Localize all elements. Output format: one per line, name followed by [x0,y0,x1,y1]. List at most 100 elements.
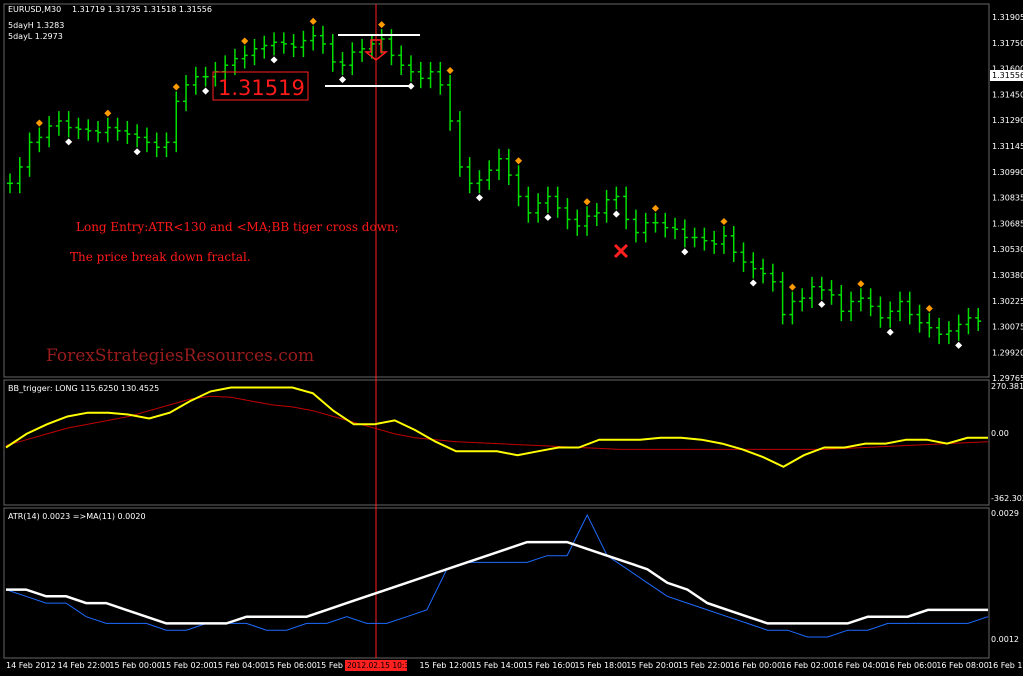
candle [945,321,952,345]
fractal-down-marker [612,210,620,218]
candle [838,285,845,322]
candle [300,30,307,58]
candle [270,32,278,64]
candle [407,55,415,90]
time-axis-label: 15 Feb 12:00 [419,661,471,670]
candle [456,111,463,177]
candle [965,308,972,335]
candle [701,227,708,251]
fractal-up-marker [172,83,180,91]
time-axis-label: 14 Feb 22:00 [58,661,110,670]
fractal-down-marker [202,87,210,95]
watermark: ForexStrategiesResources.com [46,346,314,366]
candle [886,301,894,336]
candle [867,288,874,317]
fractal-up-marker [925,304,933,312]
candle [779,271,786,325]
candle [583,198,591,236]
price-axis: 1.319051.317501.316001.314501.312901.311… [992,13,1023,383]
candle [730,225,737,263]
candle [65,111,73,146]
candle [681,219,689,256]
time-axis-label: 15 Feb 04:00 [213,661,265,670]
bb-axis-bottom: -362.302 [991,494,1023,503]
bb-yellow-line [5,386,988,468]
close-marker-icon [613,243,629,259]
atr-ma-white-line [6,540,988,625]
fractal-up-marker [446,67,454,75]
fractal-down-marker [818,300,826,308]
candle [163,132,170,158]
price-axis-label: 1.30075 [992,323,1023,332]
atr-header: ATR(14) 0.0023 =>MA(11) 0.0020 [8,512,146,521]
candle [309,17,317,51]
candle [329,34,336,72]
price-axis-label: 1.30225 [992,297,1023,306]
candle [172,83,180,153]
candle [359,38,366,62]
candle [427,61,434,89]
time-axis-label: 16 Feb 06:00 [885,661,937,670]
fractal-down-marker [955,341,963,349]
bb-axis-mid: 0.00 [991,429,1009,438]
fractal-up-marker [788,283,796,291]
candle [241,37,249,69]
price-axis-label: 1.31145 [992,142,1023,151]
candle [749,252,757,287]
candle [848,291,855,322]
price-axis-label: 1.30530 [992,245,1023,254]
candle [417,61,424,89]
fractal-up-marker [515,157,523,165]
candle [525,186,532,223]
note-line-2: The price break down fractal. [70,250,251,264]
price-axis-label: 1.31750 [992,39,1023,48]
price-axis-label: 1.31905 [992,13,1023,22]
candle [231,48,238,76]
cursor-time-label: 2012.02.15 10:30 [347,661,414,670]
candle [535,193,542,223]
price-axis-label: 1.31290 [992,116,1023,125]
candle [75,117,82,140]
candle [642,212,649,243]
atr-axis-top: 0.0029 [991,509,1019,518]
price-axis-label: 1.30380 [992,271,1023,280]
candle [338,52,347,84]
candle [691,227,698,248]
candle [906,291,913,325]
candle [554,186,561,218]
price-axis-label: 1.30835 [992,194,1023,203]
note-line-1: Long Entry:ATR<130 and <MA;BB tiger cros… [76,220,399,234]
fractal-down-marker [270,56,278,64]
candle [828,280,835,305]
candle [496,148,502,181]
fractal-up-marker [651,204,660,212]
atr-panel-frame [3,507,990,659]
time-axis-label: 15 Feb 02:00 [161,661,213,670]
fractal-down-marker [886,328,894,336]
big-price-label: 1.31519 [218,76,305,100]
candle [475,170,483,202]
candle [769,263,776,292]
price-axis-label: 1.29920 [992,348,1023,357]
time-axis: 14 Feb 2012 14 Feb 22:00 15 Feb 00:00 15 Fe… [6,661,1023,670]
candle [711,230,718,254]
candle [7,173,13,194]
fractal-down-marker [133,148,141,156]
fractal-up-marker [583,198,591,206]
time-axis-label: 15 Feb 20:00 [626,661,678,670]
candle [544,186,552,221]
candle [124,120,131,144]
time-axis-label: 15 Feb 14:00 [471,661,523,670]
time-axis-label: 16 Feb 02:00 [781,661,833,670]
candle [46,116,53,148]
time-axis-label: 15 Feb 06:00 [264,661,316,670]
candle [280,32,287,54]
fractal-up-marker [35,119,43,127]
chart-canvas[interactable]: EURUSD,M30 1.31719 1.31735 1.31518 1.315… [0,0,1023,676]
candle [799,288,806,312]
fractal-down-marker [749,279,757,287]
candle [261,35,268,59]
fractal-up-marker [720,217,728,226]
candle [788,283,796,325]
current-price-label: 1.31556 [992,71,1023,80]
